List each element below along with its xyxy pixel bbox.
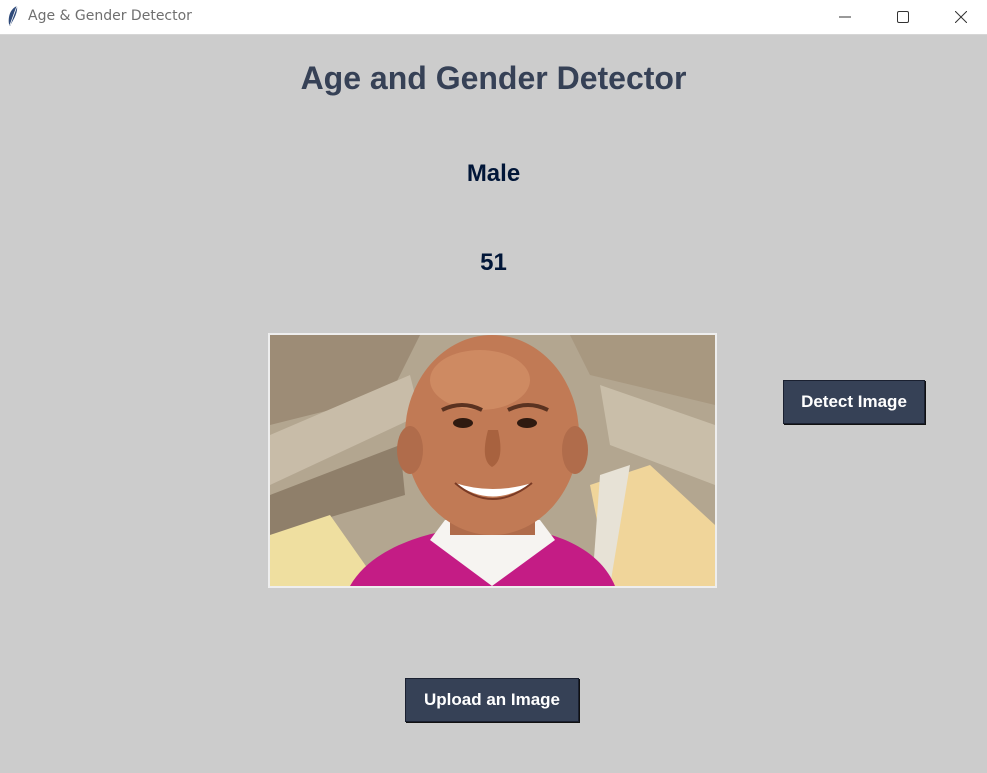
upload-image-button[interactable]: Upload an Image — [405, 678, 579, 722]
window-title: Age & Gender Detector — [28, 8, 192, 24]
maximize-button[interactable] — [880, 0, 926, 33]
age-result: 51 — [480, 249, 507, 276]
minimize-icon — [839, 16, 851, 17]
detect-image-button[interactable]: Detect Image — [783, 380, 925, 424]
gender-result: Male — [466, 160, 521, 187]
close-button[interactable] — [938, 0, 984, 33]
feather-icon — [8, 5, 18, 26]
close-icon — [955, 10, 967, 23]
page-title: Age and Gender Detector — [300, 60, 687, 96]
uploaded-image — [268, 333, 717, 588]
title-bar: Age & Gender Detector — [0, 0, 987, 35]
maximize-icon — [897, 10, 909, 23]
minimize-button[interactable] — [822, 0, 868, 33]
